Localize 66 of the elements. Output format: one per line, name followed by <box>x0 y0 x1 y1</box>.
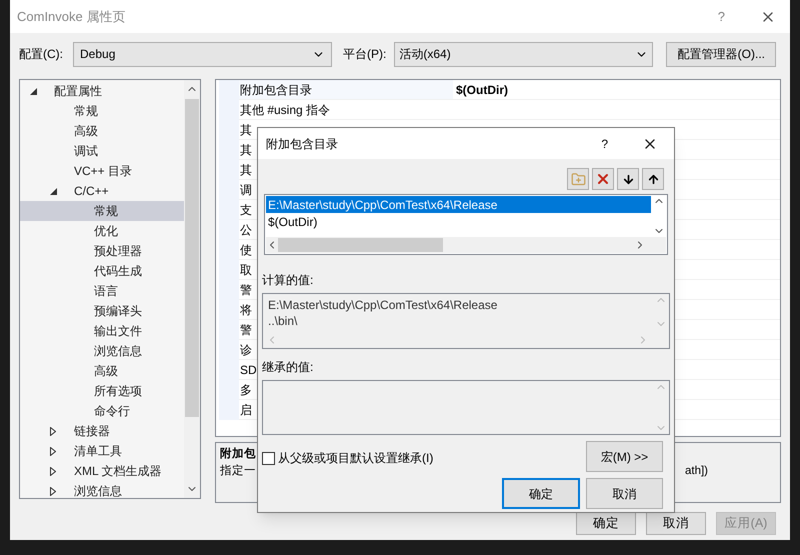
config-manager-button[interactable]: 配置管理器(O)... <box>666 42 776 66</box>
description-text: 指定一 <box>220 464 256 480</box>
tree-item[interactable]: 代码生成 <box>20 261 184 281</box>
scroll-thumb[interactable] <box>278 238 443 252</box>
tree-item[interactable]: C/C++ <box>20 181 184 201</box>
expanded-triangle-icon[interactable] <box>30 88 37 94</box>
arrow-down-icon <box>622 172 634 186</box>
property-name[interactable]: 附加包含目录 <box>239 80 453 100</box>
tree-item[interactable]: 链接器 <box>20 421 184 441</box>
macro-button[interactable]: 宏(M) >> <box>586 441 663 472</box>
platform-label: 平台(P): <box>343 46 386 63</box>
inherited-label: 继承的值: <box>262 359 314 376</box>
move-down-button[interactable] <box>617 168 639 190</box>
tree-item[interactable]: 常规 <box>20 101 184 121</box>
arrow-up-icon <box>646 172 660 186</box>
dialog-button[interactable]: 取消 <box>646 512 706 535</box>
tree-item[interactable]: 优化 <box>20 221 184 241</box>
delete-button[interactable] <box>592 168 614 190</box>
collapsed-triangle-icon[interactable] <box>50 446 56 456</box>
config-label: 配置(C): <box>19 46 63 63</box>
scroll-thumb[interactable] <box>185 99 199 417</box>
dialog-button[interactable]: 确定 <box>576 512 636 535</box>
cancel-button[interactable]: 取消 <box>586 478 663 509</box>
dialog-title: 附加包含目录 <box>266 136 339 152</box>
tree-item[interactable]: 输出文件 <box>20 321 184 341</box>
delete-icon <box>595 171 611 187</box>
tree-item[interactable]: 清单工具 <box>20 441 184 461</box>
window-title: ComInvoke 属性页 <box>17 8 126 26</box>
description-text: ath]) <box>684 464 708 480</box>
list-item[interactable]: $(OutDir) <box>266 213 651 230</box>
tree-item[interactable]: 浏览信息 <box>20 341 184 361</box>
tree-item[interactable]: 所有选项 <box>20 381 184 401</box>
tree-item[interactable]: 预处理器 <box>20 241 184 261</box>
expanded-triangle-icon[interactable] <box>50 188 57 194</box>
tree-item[interactable]: 预编译头 <box>20 301 184 321</box>
tree-item[interactable]: 常规 <box>20 201 184 221</box>
tree-item[interactable]: VC++ 目录 <box>20 161 184 181</box>
new-folder-icon <box>570 172 586 186</box>
ok-button[interactable]: 确定 <box>502 478 580 509</box>
platform-dropdown[interactable]: 活动(x64) <box>394 42 654 66</box>
row-gutter <box>219 80 239 100</box>
property-name[interactable]: 其他 #using 指令 <box>239 100 453 120</box>
tree-item[interactable]: 高级 <box>20 121 184 141</box>
tree-item[interactable]: 命令行 <box>20 401 184 421</box>
tree-item[interactable]: 浏览信息 <box>20 481 184 501</box>
checkbox-label[interactable]: 从父级或项目默认设置继承(I) <box>278 449 434 467</box>
config-dropdown[interactable]: Debug <box>73 42 332 66</box>
description-title: 附加包 <box>220 446 256 462</box>
tree-item[interactable]: XML 文档生成器 <box>20 461 184 481</box>
computed-value: ..\bin\ <box>268 313 298 328</box>
help-button[interactable]: ? <box>601 134 608 152</box>
computed-value: E:\Master\study\Cpp\ComTest\x64\Release <box>268 297 498 312</box>
move-up-button[interactable] <box>642 168 664 190</box>
collapsed-triangle-icon[interactable] <box>50 466 56 476</box>
property-value[interactable]: $(OutDir) <box>453 80 780 100</box>
tree-item[interactable]: 调试 <box>20 141 184 161</box>
collapsed-triangle-icon[interactable] <box>50 426 56 436</box>
tree-item[interactable]: 配置属性 <box>20 81 184 101</box>
tree-item[interactable]: 语言 <box>20 281 184 301</box>
help-button[interactable]: ? <box>718 6 725 26</box>
list-item[interactable]: E:\Master\study\Cpp\ComTest\x64\Release <box>266 196 651 213</box>
collapsed-triangle-icon[interactable] <box>50 486 56 496</box>
scrollbar[interactable] <box>184 80 200 498</box>
computed-label: 计算的值: <box>262 272 314 289</box>
tree-item[interactable]: 高级 <box>20 361 184 381</box>
checkbox[interactable] <box>262 452 275 464</box>
